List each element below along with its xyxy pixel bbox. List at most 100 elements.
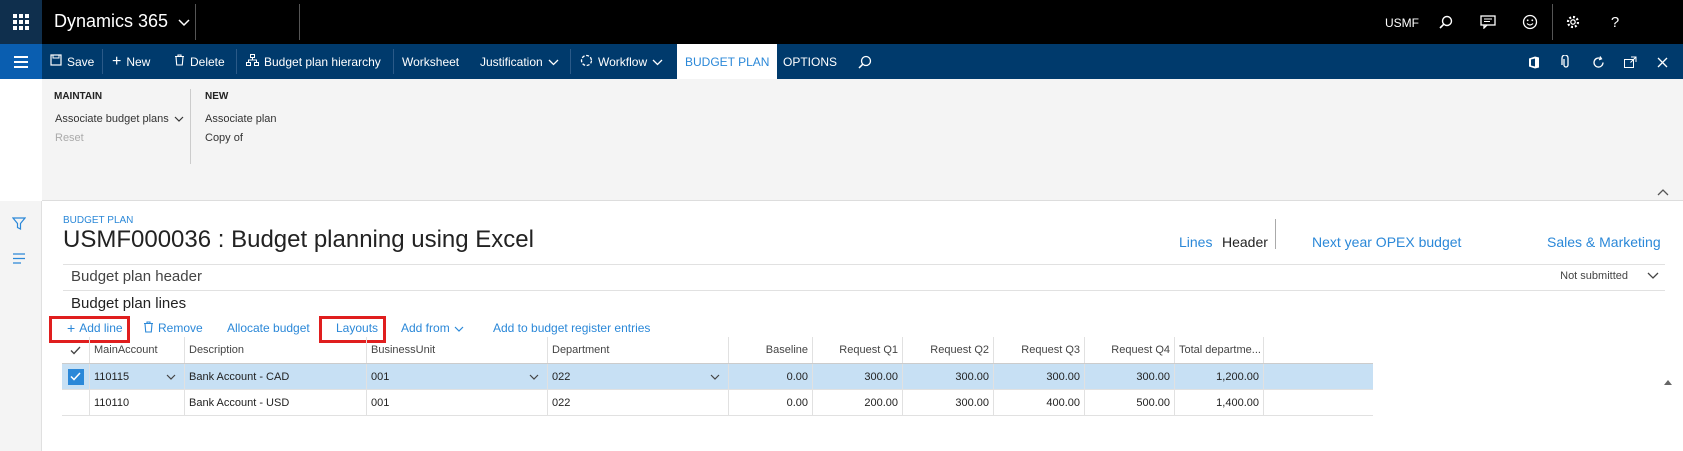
new-group-title: NEW bbox=[205, 91, 229, 102]
add-from-menu[interactable]: Add from bbox=[401, 318, 464, 338]
app-launcher-button[interactable] bbox=[0, 0, 42, 44]
save-label: Save bbox=[67, 54, 95, 69]
separator bbox=[102, 49, 103, 74]
total-department-cell[interactable]: 1,200.00 bbox=[1175, 364, 1264, 389]
separator bbox=[236, 49, 237, 74]
open-new-window-icon[interactable] bbox=[1621, 53, 1639, 71]
table-row[interactable]: 110110 Bank Account - USD 001 022 0.00 2… bbox=[62, 390, 1373, 416]
chevron-down-icon[interactable] bbox=[710, 371, 720, 383]
department-cell[interactable]: 022 bbox=[548, 364, 729, 389]
select-all-checkbox[interactable] bbox=[62, 337, 90, 363]
request-q4-cell[interactable]: 500.00 bbox=[1085, 390, 1175, 415]
tab-options[interactable]: OPTIONS bbox=[783, 44, 837, 79]
budget-plan-hierarchy-button[interactable]: Budget plan hierarchy bbox=[246, 44, 381, 79]
delete-button[interactable]: Delete bbox=[174, 44, 225, 79]
add-to-budget-register-button[interactable]: Add to budget register entries bbox=[493, 318, 650, 338]
row-checkbox[interactable] bbox=[62, 390, 90, 415]
col-request-q2[interactable]: Request Q2 bbox=[903, 337, 994, 363]
associate-budget-plans-menu[interactable]: Associate budget plans bbox=[55, 113, 184, 125]
baseline-cell[interactable]: 0.00 bbox=[729, 390, 813, 415]
gear-icon[interactable] bbox=[1563, 12, 1583, 32]
message-icon[interactable] bbox=[1478, 12, 1498, 32]
view-header-link[interactable]: Header bbox=[1222, 234, 1268, 250]
copy-of-button[interactable]: Copy of bbox=[205, 132, 243, 144]
hierarchy-label: Budget plan hierarchy bbox=[264, 54, 381, 69]
business-unit-cell[interactable]: 001 bbox=[367, 364, 548, 389]
workflow-menu[interactable]: Workflow bbox=[580, 44, 663, 79]
business-unit-cell[interactable]: 001 bbox=[367, 390, 548, 415]
table-row[interactable]: 110115 Bank Account - CAD 001 022 0.00 3… bbox=[62, 364, 1373, 390]
reset-button[interactable]: Reset bbox=[55, 132, 84, 144]
col-department[interactable]: Department bbox=[548, 337, 729, 363]
smiley-icon[interactable] bbox=[1520, 12, 1540, 32]
scenario-link[interactable]: Next year OPEX budget bbox=[1312, 234, 1461, 250]
request-q4-cell[interactable]: 300.00 bbox=[1085, 364, 1175, 389]
department-link[interactable]: Sales & Marketing bbox=[1547, 234, 1661, 250]
app-switcher[interactable]: Dynamics 365 bbox=[54, 11, 190, 32]
col-baseline[interactable]: Baseline bbox=[729, 337, 813, 363]
add-from-label: Add from bbox=[401, 321, 450, 335]
request-q1-cell[interactable]: 200.00 bbox=[813, 390, 903, 415]
worksheet-button[interactable]: Worksheet bbox=[402, 44, 459, 79]
divider bbox=[63, 290, 1665, 291]
col-request-q3[interactable]: Request Q3 bbox=[994, 337, 1085, 363]
remove-button[interactable]: Remove bbox=[143, 318, 203, 338]
breadcrumb[interactable]: BUDGET PLAN bbox=[63, 215, 133, 226]
close-icon[interactable] bbox=[1653, 53, 1671, 71]
description-cell[interactable]: Bank Account - CAD bbox=[185, 364, 367, 389]
chevron-down-icon[interactable] bbox=[529, 371, 539, 383]
col-main-account[interactable]: MainAccount bbox=[90, 337, 185, 363]
help-icon[interactable]: ? bbox=[1605, 12, 1625, 32]
filter-icon[interactable] bbox=[11, 217, 27, 233]
attachment-icon[interactable] bbox=[1557, 53, 1575, 71]
office-icon[interactable] bbox=[1525, 53, 1543, 71]
divider bbox=[63, 264, 1665, 265]
col-business-unit[interactable]: BusinessUnit bbox=[367, 337, 548, 363]
collapse-ribbon-icon[interactable] bbox=[1657, 185, 1669, 199]
view-separator bbox=[1275, 219, 1276, 249]
baseline-cell[interactable]: 0.00 bbox=[729, 364, 813, 389]
navigation-menu-button[interactable] bbox=[0, 44, 42, 79]
col-request-q4[interactable]: Request Q4 bbox=[1085, 337, 1175, 363]
company-picker[interactable]: USMF bbox=[1385, 16, 1419, 30]
checkmark-icon bbox=[68, 342, 84, 358]
list-icon[interactable] bbox=[12, 251, 26, 267]
chevron-down-icon[interactable] bbox=[166, 371, 176, 383]
col-total-department[interactable]: Total departme... bbox=[1175, 337, 1264, 363]
delete-label: Delete bbox=[190, 54, 225, 69]
save-button[interactable]: Save bbox=[50, 44, 94, 79]
col-request-q1[interactable]: Request Q1 bbox=[813, 337, 903, 363]
main-account-cell[interactable]: 110115 bbox=[90, 364, 185, 389]
request-q2-cell[interactable]: 300.00 bbox=[903, 364, 994, 389]
chevron-down-icon bbox=[454, 321, 464, 335]
left-rail bbox=[0, 201, 42, 451]
trash-icon bbox=[174, 54, 185, 69]
total-department-cell[interactable]: 1,400.00 bbox=[1175, 390, 1264, 415]
view-lines-link[interactable]: Lines bbox=[1179, 234, 1212, 250]
scroll-up-icon[interactable] bbox=[1664, 377, 1672, 387]
refresh-icon[interactable] bbox=[1589, 53, 1607, 71]
budget-plan-header-section[interactable]: Budget plan header bbox=[71, 268, 202, 285]
main-account-cell[interactable]: 110110 bbox=[90, 390, 185, 415]
tab-budget-plan[interactable]: BUDGET PLAN bbox=[677, 44, 778, 79]
budget-plan-lines-section[interactable]: Budget plan lines bbox=[71, 295, 186, 312]
request-q2-cell[interactable]: 300.00 bbox=[903, 390, 994, 415]
new-button[interactable]: + New bbox=[112, 44, 150, 79]
request-q3-cell[interactable]: 400.00 bbox=[994, 390, 1085, 415]
allocate-budget-button[interactable]: Allocate budget bbox=[227, 318, 310, 338]
justification-menu[interactable]: Justification bbox=[480, 44, 559, 79]
department-cell[interactable]: 022 bbox=[548, 390, 729, 415]
trash-icon bbox=[143, 320, 154, 336]
row-checkbox[interactable] bbox=[62, 364, 90, 389]
col-description[interactable]: Description bbox=[185, 337, 367, 363]
description-cell[interactable]: Bank Account - USD bbox=[185, 390, 367, 415]
request-q1-cell[interactable]: 300.00 bbox=[813, 364, 903, 389]
search-icon[interactable] bbox=[1436, 12, 1456, 32]
request-q3-cell[interactable]: 300.00 bbox=[994, 364, 1085, 389]
chevron-down-icon bbox=[174, 113, 184, 125]
associate-plan-button[interactable]: Associate plan bbox=[205, 113, 277, 125]
group-separator bbox=[190, 89, 191, 164]
search-icon[interactable] bbox=[858, 44, 872, 79]
justification-label: Justification bbox=[480, 54, 543, 69]
chevron-down-icon[interactable] bbox=[1647, 268, 1659, 282]
